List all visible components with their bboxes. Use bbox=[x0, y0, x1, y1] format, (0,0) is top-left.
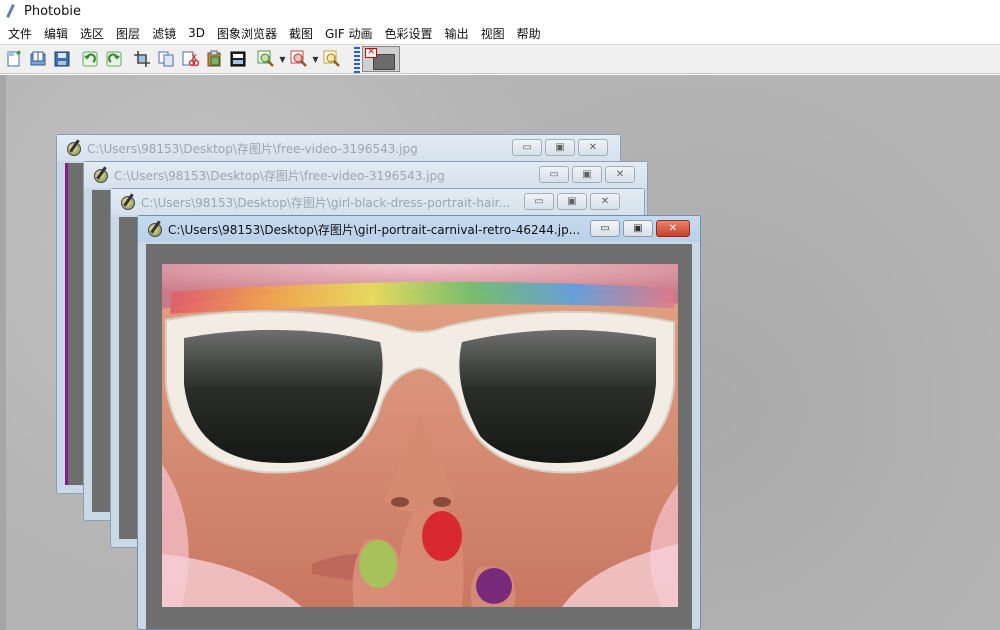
crop-icon[interactable] bbox=[132, 49, 152, 69]
image-window-title: C:\Users\98153\Desktop\存图片\girl-black-dr… bbox=[141, 195, 510, 210]
maximize-button[interactable]: ▣ bbox=[545, 139, 575, 156]
copy-icon[interactable] bbox=[156, 49, 176, 69]
new-icon[interactable] bbox=[4, 49, 24, 69]
close-button[interactable]: ✕ bbox=[578, 139, 608, 156]
minimize-button[interactable]: ▭ bbox=[512, 139, 542, 156]
minimize-button[interactable]: ▭ bbox=[524, 193, 554, 210]
app-title: Photobie bbox=[24, 3, 81, 19]
toolbar-grip[interactable] bbox=[354, 45, 360, 73]
minimize-button[interactable]: ▭ bbox=[539, 166, 569, 183]
workspace: C:\Users\98153\Desktop\存图片\free-video-31… bbox=[0, 75, 1000, 630]
close-button[interactable]: ✕ bbox=[656, 220, 690, 237]
paste-new-icon[interactable] bbox=[228, 49, 248, 69]
menu-gif-animation[interactable]: GIF 动画 bbox=[321, 25, 381, 42]
menu-layer[interactable]: 图层 bbox=[112, 25, 148, 42]
zoom-fit-icon[interactable] bbox=[322, 49, 342, 69]
foreground-color-swatch[interactable] bbox=[365, 46, 377, 58]
photobie-doc-icon bbox=[119, 194, 135, 210]
menu-filter[interactable]: 滤镜 bbox=[148, 25, 184, 42]
maximize-button[interactable]: ▣ bbox=[572, 166, 602, 183]
color-swatch[interactable] bbox=[362, 46, 400, 72]
menu-output[interactable]: 输出 bbox=[441, 25, 477, 42]
menu-3d[interactable]: 3D bbox=[184, 26, 213, 40]
zoom-out-dropdown-icon[interactable]: ▼ bbox=[311, 49, 320, 69]
zoom-in-dropdown-icon[interactable]: ▼ bbox=[278, 49, 287, 69]
menu-edit[interactable]: 编辑 bbox=[40, 25, 76, 42]
menu-select[interactable]: 选区 bbox=[76, 25, 112, 42]
toolbar-separator bbox=[74, 48, 78, 70]
open-icon[interactable] bbox=[28, 49, 48, 69]
menu-file[interactable]: 文件 bbox=[4, 25, 40, 42]
photo[interactable] bbox=[162, 264, 678, 607]
menu-color-settings[interactable]: 色彩设置 bbox=[381, 25, 441, 42]
close-button[interactable]: ✕ bbox=[590, 193, 620, 210]
minimize-button[interactable]: ▭ bbox=[590, 220, 620, 237]
zoom-in-icon[interactable] bbox=[256, 49, 276, 69]
undo-icon[interactable] bbox=[80, 49, 100, 69]
photobie-doc-icon bbox=[92, 167, 108, 183]
zoom-out-icon[interactable] bbox=[289, 49, 309, 69]
menu-screenshot[interactable]: 截图 bbox=[285, 25, 321, 42]
app-titlebar: Photobie bbox=[0, 0, 1000, 22]
toolbar-separator bbox=[250, 48, 254, 70]
menu-image-browser[interactable]: 图象浏览器 bbox=[213, 25, 285, 42]
maximize-button[interactable]: ▣ bbox=[623, 220, 653, 237]
toolbar-separator bbox=[126, 48, 130, 70]
toolbar: ▼ ▼ bbox=[0, 44, 1000, 74]
image-window-title: C:\Users\98153\Desktop\存图片\free-video-31… bbox=[114, 168, 445, 183]
paste-icon[interactable] bbox=[204, 49, 224, 69]
cut-icon[interactable] bbox=[180, 49, 200, 69]
redo-icon[interactable] bbox=[104, 49, 124, 69]
close-button[interactable]: ✕ bbox=[605, 166, 635, 183]
app-icon bbox=[4, 4, 18, 18]
maximize-button[interactable]: ▣ bbox=[557, 193, 587, 210]
save-icon[interactable] bbox=[52, 49, 72, 69]
image-window-title: C:\Users\98153\Desktop\存图片\free-video-31… bbox=[87, 141, 418, 156]
image-window-title: C:\Users\98153\Desktop\存图片\girl-portrait… bbox=[168, 222, 581, 237]
menubar: 文件 编辑 选区 图层 滤镜 3D 图象浏览器 截图 GIF 动画 色彩设置 输… bbox=[0, 22, 1000, 44]
active-image-window[interactable]: C:\Users\98153\Desktop\存图片\girl-portrait… bbox=[137, 215, 701, 630]
photobie-doc-icon bbox=[146, 221, 162, 237]
menu-view[interactable]: 视图 bbox=[477, 25, 513, 42]
photobie-doc-icon bbox=[65, 140, 81, 156]
menu-help[interactable]: 帮助 bbox=[513, 25, 549, 42]
